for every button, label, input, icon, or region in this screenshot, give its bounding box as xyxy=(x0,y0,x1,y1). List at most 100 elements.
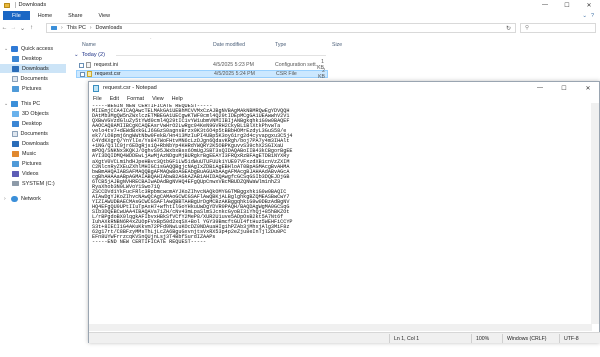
group-header-today[interactable]: ⌄ Today (2) xyxy=(74,52,105,58)
sidebar-item-label: Pictures xyxy=(22,160,42,167)
sidebar-item-label: Pictures xyxy=(22,85,42,92)
sidebar-item-label: SYSTEM (C:) xyxy=(22,180,55,187)
download-icon xyxy=(12,140,19,147)
notepad-text-area[interactable]: -----BEGIN NEW CERTIFICATE REQUEST----- M… xyxy=(92,104,587,324)
sidebar-item-music[interactable]: Music xyxy=(12,149,36,158)
vertical-scrollbar[interactable] xyxy=(591,103,599,324)
sort-caret-icon: ˆ xyxy=(150,37,152,42)
horizontal-scrollbar[interactable] xyxy=(89,324,592,331)
text-line: -----END NEW CERTIFICATE REQUEST----- xyxy=(92,239,207,246)
address-bar[interactable]: › This PC › Downloads ↻ xyxy=(46,23,516,33)
sidebar-item-label: Documents xyxy=(20,75,48,82)
minimize-icon[interactable]: — xyxy=(534,0,556,10)
menu-view[interactable]: View xyxy=(148,96,168,102)
computer-icon xyxy=(51,25,57,31)
search-icon: ⚲ xyxy=(525,25,529,31)
ribbon-right-controls: ⌄ ? xyxy=(582,11,594,20)
column-size[interactable]: Size xyxy=(332,42,342,48)
file-name: request.ini xyxy=(94,62,118,68)
status-divider xyxy=(471,334,472,343)
menu-file[interactable]: File xyxy=(89,96,106,102)
chevron-right-icon[interactable]: › xyxy=(4,196,8,202)
sidebar-item-system-drive[interactable]: SYSTEM (C:) xyxy=(12,179,55,188)
minimize-icon[interactable]: — xyxy=(528,82,552,94)
sidebar-item-label: Downloads xyxy=(22,65,49,72)
file-row-request-ini[interactable]: request.ini 4/5/2025 5:23 PM Configurati… xyxy=(76,59,328,71)
sidebar-item-label: Quick access xyxy=(21,45,54,52)
notepad-window-controls: — ☐ ✕ xyxy=(528,82,600,94)
refresh-icon[interactable]: ↻ xyxy=(506,25,511,32)
sidebar-item-documents-pc[interactable]: Documents xyxy=(12,129,48,138)
sidebar-item-label: 3D Objects xyxy=(22,110,49,117)
sidebar-item-pictures[interactable]: Pictures xyxy=(12,84,41,93)
group-label: Today (2) xyxy=(81,52,106,58)
breadcrumb-separator: › xyxy=(89,25,92,31)
chevron-down-icon[interactable]: ⌄ xyxy=(4,46,8,52)
sidebar-item-this-pc[interactable]: ⌄ This PC xyxy=(4,99,40,108)
row-checkbox[interactable] xyxy=(80,71,85,77)
sidebar-item-label: Desktop xyxy=(22,120,42,127)
maximize-icon[interactable]: ☐ xyxy=(552,82,576,94)
recent-locations-icon[interactable]: ⌄ xyxy=(18,25,27,32)
menu-edit[interactable]: Edit xyxy=(106,96,123,102)
document-icon xyxy=(12,75,18,82)
sidebar-item-videos[interactable]: Videos xyxy=(12,169,38,178)
status-divider xyxy=(502,334,503,343)
file-row-request-csr[interactable]: request.csr 4/5/2025 5:24 PM CSR File 2 … xyxy=(76,68,328,80)
sidebar-item-label: Network xyxy=(21,195,41,202)
sidebar-item-quick-access[interactable]: ⌄ Quick access xyxy=(4,44,53,53)
sidebar-item-label: Videos xyxy=(22,170,39,177)
chevron-down-icon[interactable]: ⌄ xyxy=(4,101,8,107)
sidebar-item-3d-objects[interactable]: 3D Objects xyxy=(12,109,49,118)
titlebar-separator xyxy=(15,2,16,8)
sidebar-item-desktop-pc[interactable]: Desktop xyxy=(12,119,42,128)
network-icon xyxy=(11,195,18,202)
help-icon[interactable]: ? xyxy=(591,13,594,19)
tab-share[interactable]: Share xyxy=(60,13,90,19)
notepad-title: request.csr - Notepad xyxy=(103,85,157,91)
sidebar-item-downloads[interactable]: Downloads xyxy=(0,64,66,73)
notepad-window: request.csr - Notepad — ☐ ✕ File Edit Fo… xyxy=(88,81,600,343)
window-controls: — ☐ ✕ xyxy=(534,0,600,10)
column-date-modified[interactable]: Date modified xyxy=(213,42,245,48)
music-icon xyxy=(12,150,19,157)
sidebar-item-pictures-pc[interactable]: Pictures xyxy=(12,159,41,168)
drive-icon xyxy=(12,181,19,186)
window-title: Downloads xyxy=(18,2,47,8)
sidebar-item-label: This PC xyxy=(21,100,41,107)
menu-help[interactable]: Help xyxy=(168,96,187,102)
settings-file-icon xyxy=(86,62,91,68)
status-encoding: UTF-8 xyxy=(564,336,579,342)
picture-icon xyxy=(12,85,19,92)
ribbon-tabs: File Home Share View xyxy=(0,11,118,20)
maximize-icon[interactable]: ☐ xyxy=(556,0,578,10)
breadcrumb-downloads[interactable]: Downloads xyxy=(96,25,123,31)
file-size: 2 KB xyxy=(318,68,325,80)
row-checkbox[interactable] xyxy=(79,62,84,68)
close-icon[interactable]: ✕ xyxy=(578,0,600,10)
back-arrow-icon[interactable]: ← xyxy=(0,25,9,31)
column-name[interactable]: Name xyxy=(82,42,96,48)
video-icon xyxy=(12,170,19,177)
chevron-down-icon[interactable]: ⌄ xyxy=(74,52,79,58)
notepad-menubar: File Edit Format View Help xyxy=(89,95,187,103)
up-arrow-icon[interactable]: ↑ xyxy=(27,25,36,31)
sidebar-item-downloads-pc[interactable]: Downloads xyxy=(12,139,49,148)
close-icon[interactable]: ✕ xyxy=(576,82,600,94)
group-divider xyxy=(116,55,326,56)
tab-view[interactable]: View xyxy=(90,13,118,19)
forward-arrow-icon[interactable]: → xyxy=(9,25,18,31)
sidebar-item-desktop[interactable]: Desktop xyxy=(12,54,42,63)
sidebar-item-network[interactable]: › Network xyxy=(4,194,41,203)
search-input[interactable]: ⚲ xyxy=(520,23,596,33)
menu-format[interactable]: Format xyxy=(123,96,148,102)
sidebar-item-documents[interactable]: Documents xyxy=(12,74,48,83)
tab-home[interactable]: Home xyxy=(30,13,60,19)
chevron-down-icon[interactable]: ⌄ xyxy=(582,13,587,19)
status-zoom: 100% xyxy=(476,336,490,342)
folder-icon xyxy=(4,2,10,8)
column-type[interactable]: Type xyxy=(275,42,286,48)
computer-icon xyxy=(11,100,18,107)
breadcrumb-this-pc[interactable]: This PC xyxy=(67,25,86,31)
tab-file[interactable]: File xyxy=(3,11,30,20)
